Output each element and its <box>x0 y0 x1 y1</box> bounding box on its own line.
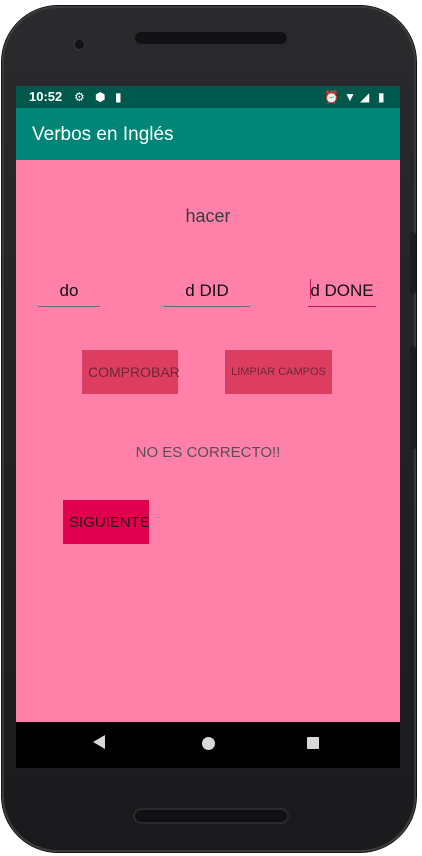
status-time: 10:52 <box>29 89 63 104</box>
power-button <box>410 232 416 294</box>
gear-icon: ⚙ <box>74 90 85 104</box>
bottom-speaker <box>133 808 289 824</box>
app-bar: Verbos en Inglés <box>16 108 400 160</box>
shield-icon: ⬢ <box>95 90 106 104</box>
status-bar: 10:52 ⚙ ⬢ ▮ ⏰ ▼ ◢ ▮ <box>16 86 400 108</box>
next-button[interactable]: SIGUIENTE <box>63 500 150 544</box>
result-message: NO ES CORRECTO!! <box>135 444 281 461</box>
infinitive-value: do <box>59 281 79 300</box>
battery-icon: ▮ <box>378 90 385 104</box>
wifi-icon: ▼ <box>344 90 356 104</box>
top-speaker <box>133 30 289 46</box>
home-icon[interactable] <box>202 737 215 750</box>
front-camera <box>75 40 84 49</box>
navigation-bar <box>16 722 400 768</box>
past-participle-value: d DONE <box>310 281 374 300</box>
back-icon[interactable] <box>93 735 105 749</box>
past-simple-value: d DID <box>185 281 229 300</box>
past-simple-field[interactable]: d DID <box>164 278 250 307</box>
app-title: Verbos en Inglés <box>32 124 174 145</box>
check-button[interactable]: COMPROBAR <box>82 350 180 394</box>
clear-fields-button[interactable]: LIMPIAR CAMPOS <box>225 350 332 394</box>
past-participle-field[interactable]: d DONE <box>308 278 376 307</box>
spanish-verb: hacer <box>185 206 231 226</box>
screen: 10:52 ⚙ ⬢ ▮ ⏰ ▼ ◢ ▮ Verbos en Inglés hac… <box>16 86 400 768</box>
infinitive-field[interactable]: do <box>38 278 100 307</box>
volume-button <box>410 346 416 450</box>
recent-apps-icon[interactable] <box>307 737 319 749</box>
sd-card-icon: ▮ <box>115 90 122 104</box>
signal-icon: ◢ <box>360 90 370 104</box>
alarm-icon: ⏰ <box>324 90 339 104</box>
